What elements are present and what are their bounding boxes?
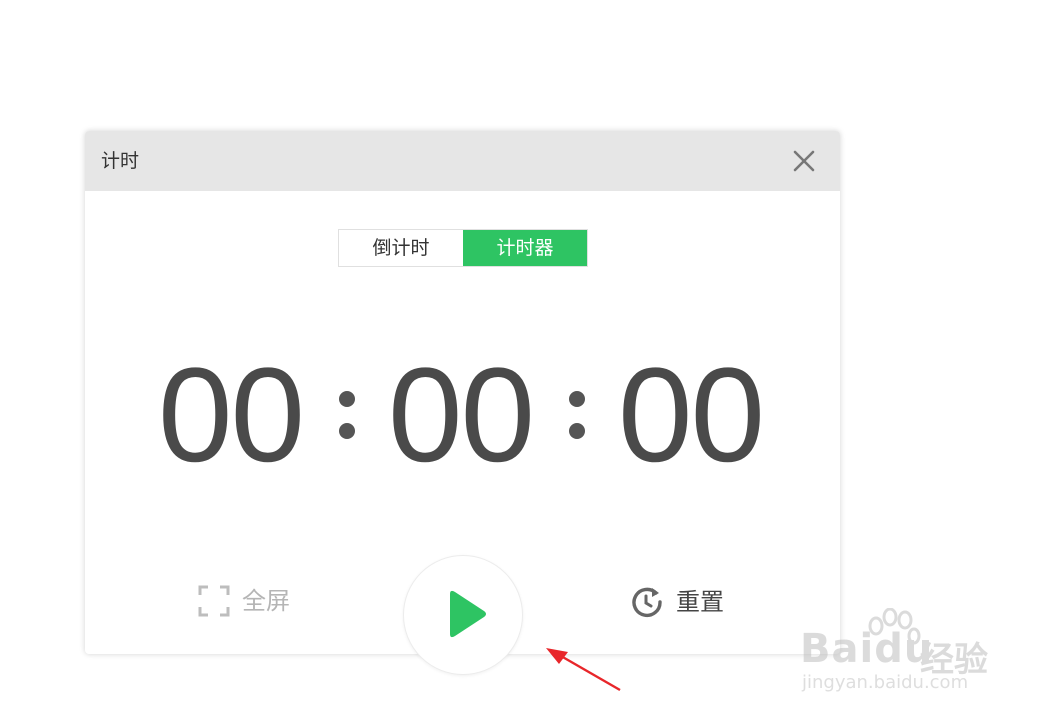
reset-icon xyxy=(632,587,662,618)
watermark: Baidu 经验 jingyan.baidu.com xyxy=(800,608,1000,698)
colon-separator xyxy=(569,391,587,451)
play-icon xyxy=(450,590,486,638)
reset-label: 重置 xyxy=(676,588,724,616)
watermark-logo: Baidu xyxy=(800,626,934,672)
title-bar: 计时 xyxy=(85,131,840,191)
fullscreen-button[interactable]: 全屏 xyxy=(198,585,290,617)
seconds-display: 00 xyxy=(618,341,765,490)
colon-separator xyxy=(339,391,357,451)
start-button[interactable] xyxy=(403,555,523,675)
close-icon xyxy=(793,150,815,172)
close-button[interactable] xyxy=(790,147,818,175)
minutes-display: 00 xyxy=(388,341,535,490)
tab-stopwatch[interactable]: 计时器 xyxy=(463,230,587,266)
watermark-url: jingyan.baidu.com xyxy=(802,672,969,693)
fullscreen-label: 全屏 xyxy=(242,587,290,615)
reset-button[interactable]: 重置 xyxy=(630,585,724,619)
mode-tabs: 倒计时 计时器 xyxy=(338,229,588,267)
hours-display: 00 xyxy=(158,341,305,490)
fullscreen-icon xyxy=(198,585,230,617)
dialog-title: 计时 xyxy=(101,150,140,172)
annotation-arrow-icon xyxy=(546,648,621,692)
tab-countdown[interactable]: 倒计时 xyxy=(339,230,463,266)
time-display: 00 00 00 xyxy=(85,341,840,490)
